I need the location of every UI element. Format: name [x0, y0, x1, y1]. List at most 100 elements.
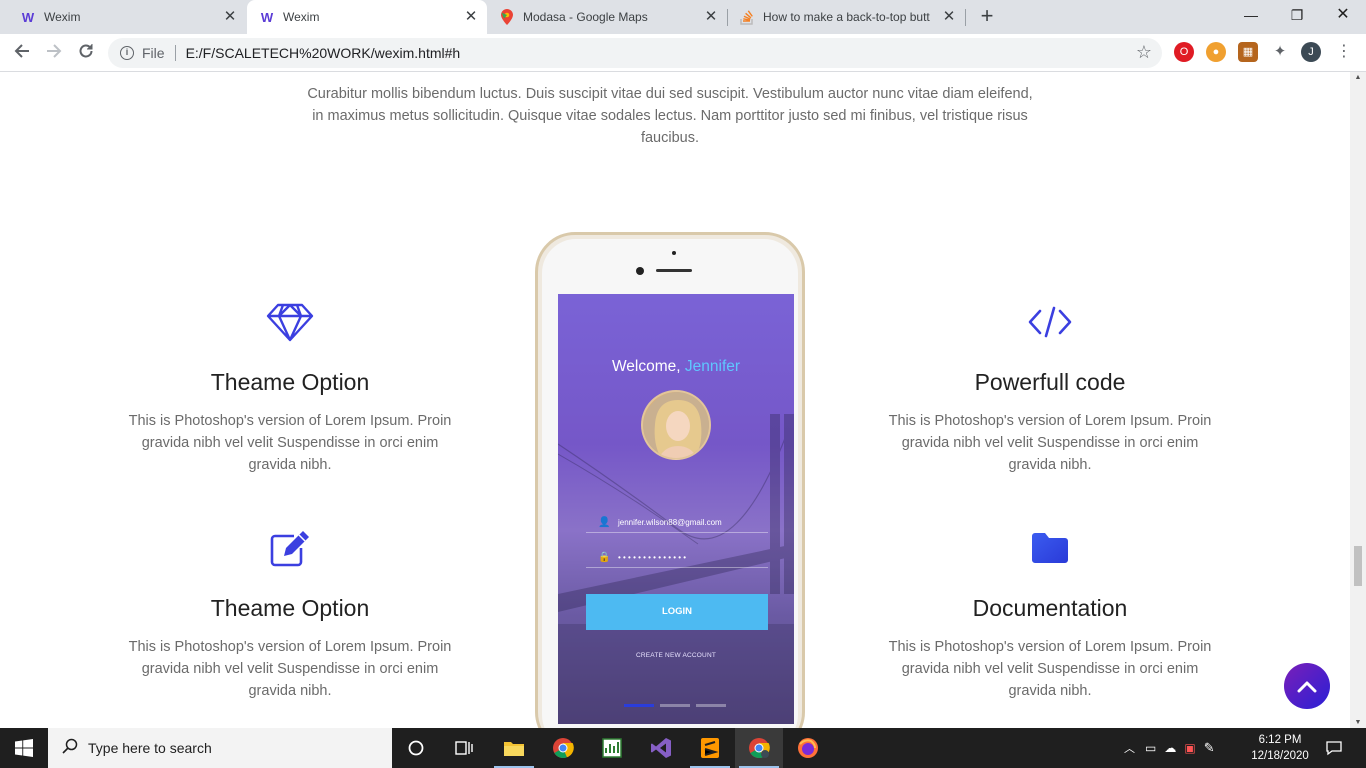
chart-app-icon[interactable] — [588, 728, 636, 768]
address-bar[interactable]: i File E:/F/SCALETECH%20WORK/wexim.html#… — [108, 38, 1162, 68]
phone-camera — [636, 267, 644, 275]
reload-icon — [79, 44, 93, 58]
cookie-extension-icon[interactable]: ● — [1206, 42, 1226, 62]
email-value: jennifer.wilson88@gmail.com — [618, 518, 722, 527]
forward-button[interactable] — [42, 41, 66, 65]
feature-powerfull-code: Powerfull code This is Photoshop's versi… — [860, 297, 1240, 476]
phone-body: Welcome, Jennifer 👤 jennifer.wilson88@gm… — [542, 239, 798, 728]
notification-icon[interactable] — [1316, 728, 1352, 768]
close-tab-icon[interactable]: ✕ — [463, 9, 479, 25]
profile-avatar[interactable]: J — [1301, 42, 1321, 62]
pen-icon[interactable]: ✎ — [1204, 740, 1215, 756]
feature-theame-option-2: Theame Option This is Photoshop's versio… — [100, 523, 480, 702]
task-view-icon[interactable] — [440, 728, 488, 768]
sublime-text-icon[interactable] — [686, 728, 734, 768]
pagination-dot[interactable] — [660, 704, 690, 707]
scroll-up-arrow-icon[interactable]: ▲ — [1354, 74, 1362, 81]
feature-title: Theame Option — [210, 369, 370, 395]
feature-description: This is Photoshop's version of Lorem Ips… — [128, 639, 452, 699]
diamond-icon — [265, 297, 315, 347]
opera-extension-icon[interactable]: O — [1174, 42, 1194, 62]
system-tray: ︿ ▭ ☁ ▣ ✎ — [1124, 728, 1215, 768]
reload-button[interactable] — [74, 41, 98, 65]
pagination-dot-active[interactable] — [624, 704, 654, 707]
feature-title: Theame Option — [210, 595, 370, 621]
chrome-icon[interactable] — [539, 728, 587, 768]
tab-title: Wexim — [44, 10, 81, 24]
web-page: Curabitur mollis bibendum luctus. Duis s… — [0, 72, 1350, 728]
taskbar-search-box[interactable]: Type here to search — [48, 728, 392, 768]
search-icon — [62, 738, 78, 758]
tab-wexim-1[interactable]: W Wexim ✕ — [0, 0, 246, 34]
forward-arrow-icon — [47, 44, 62, 58]
feature-theame-option-1: Theame Option This is Photoshop's versio… — [100, 297, 480, 476]
feature-description: This is Photoshop's version of Lorem Ips… — [888, 639, 1212, 699]
windows-logo-icon — [15, 739, 33, 757]
maps-pin-icon — [499, 9, 515, 25]
password-field[interactable]: 🔒 • • • • • • • • • • • • • • — [586, 548, 768, 568]
phone-mockup: Welcome, Jennifer 👤 jennifer.wilson88@gm… — [535, 232, 805, 728]
search-placeholder: Type here to search — [88, 740, 212, 756]
close-window-button[interactable]: ✕ — [1320, 0, 1366, 30]
tab-stackoverflow[interactable]: How to make a back-to-top butt ✕ — [727, 0, 965, 34]
close-tab-icon[interactable]: ✕ — [941, 9, 957, 25]
visual-studio-icon[interactable] — [637, 728, 685, 768]
create-account-link[interactable]: CREATE NEW ACCOUNT — [558, 652, 794, 659]
brick-extension-icon[interactable]: ▦ — [1238, 42, 1258, 62]
welcome-user-name: Jennifer — [684, 358, 741, 375]
tab-separator — [965, 9, 966, 26]
url-text[interactable]: E:/F/SCALETECH%20WORK/wexim.html#h — [186, 45, 461, 61]
url-divider — [174, 45, 176, 61]
intro-paragraph: Curabitur mollis bibendum luctus. Duis s… — [307, 86, 1033, 146]
pagination-dots — [624, 704, 726, 707]
close-tab-icon[interactable]: ✕ — [222, 9, 238, 25]
tab-title: Modasa - Google Maps — [523, 10, 648, 24]
network-icon[interactable]: ☁ — [1164, 741, 1176, 755]
back-to-top-button[interactable] — [1284, 663, 1330, 709]
new-tab-button[interactable]: + — [976, 5, 998, 27]
feature-description: This is Photoshop's version of Lorem Ips… — [888, 413, 1212, 473]
user-avatar — [641, 390, 711, 460]
folder-icon — [1025, 523, 1075, 573]
battery-icon[interactable]: ▭ — [1145, 741, 1156, 755]
clock-date: 12/18/2020 — [1251, 750, 1309, 762]
feature-documentation: Documentation This is Photoshop's versio… — [860, 523, 1240, 702]
taskbar-clock[interactable]: 6:12 PM 12/18/2020 — [1240, 732, 1320, 764]
login-button[interactable]: LOGIN — [586, 594, 768, 630]
welcome-text: Welcome, — [611, 358, 681, 375]
security-alert-icon[interactable]: ▣ — [1184, 741, 1195, 755]
feature-description: This is Photoshop's version of Lorem Ips… — [128, 413, 452, 473]
file-explorer-icon[interactable] — [490, 728, 538, 768]
scroll-down-arrow-icon[interactable]: ▼ — [1354, 719, 1362, 726]
phone-screen: Welcome, Jennifer 👤 jennifer.wilson88@gm… — [558, 294, 794, 724]
wexim-favicon-icon: W — [260, 9, 274, 25]
tab-wexim-2[interactable]: W Wexim ✕ — [247, 0, 487, 34]
scrollbar-thumb[interactable] — [1354, 546, 1362, 586]
tray-expand-chevron-icon[interactable]: ︿ — [1124, 740, 1135, 756]
cortana-icon[interactable] — [392, 728, 440, 768]
edit-icon — [265, 523, 315, 573]
restore-window-button[interactable]: ❐ — [1274, 0, 1320, 30]
back-button[interactable] — [10, 41, 34, 65]
chrome-profile-icon[interactable] — [735, 728, 783, 768]
tab-google-maps[interactable]: Modasa - Google Maps ✕ — [487, 0, 727, 34]
user-icon: 👤 — [598, 517, 611, 528]
email-field[interactable]: 👤 jennifer.wilson88@gmail.com — [586, 513, 768, 533]
pagination-dot[interactable] — [696, 704, 726, 707]
close-tab-icon[interactable]: ✕ — [703, 9, 719, 25]
tab-title: Wexim — [283, 10, 320, 24]
tab-title: How to make a back-to-top butt — [763, 10, 930, 24]
minimize-window-button[interactable]: — — [1228, 0, 1274, 30]
browser-menu-icon[interactable]: ⋮ — [1334, 42, 1354, 62]
extensions-puzzle-icon[interactable]: ✦ — [1270, 42, 1290, 62]
chevron-up-icon — [1297, 681, 1317, 693]
phone-sensor — [672, 251, 676, 255]
page-scrollbar[interactable]: ▲ ▼ — [1350, 72, 1366, 728]
url-scheme-label: File — [142, 45, 165, 61]
firefox-icon[interactable] — [784, 728, 832, 768]
bookmark-star-icon[interactable]: ☆ — [1136, 42, 1152, 63]
phone-speaker — [656, 269, 692, 272]
back-arrow-icon — [14, 44, 29, 58]
start-button[interactable] — [0, 728, 48, 768]
site-info-icon[interactable]: i — [120, 46, 134, 60]
